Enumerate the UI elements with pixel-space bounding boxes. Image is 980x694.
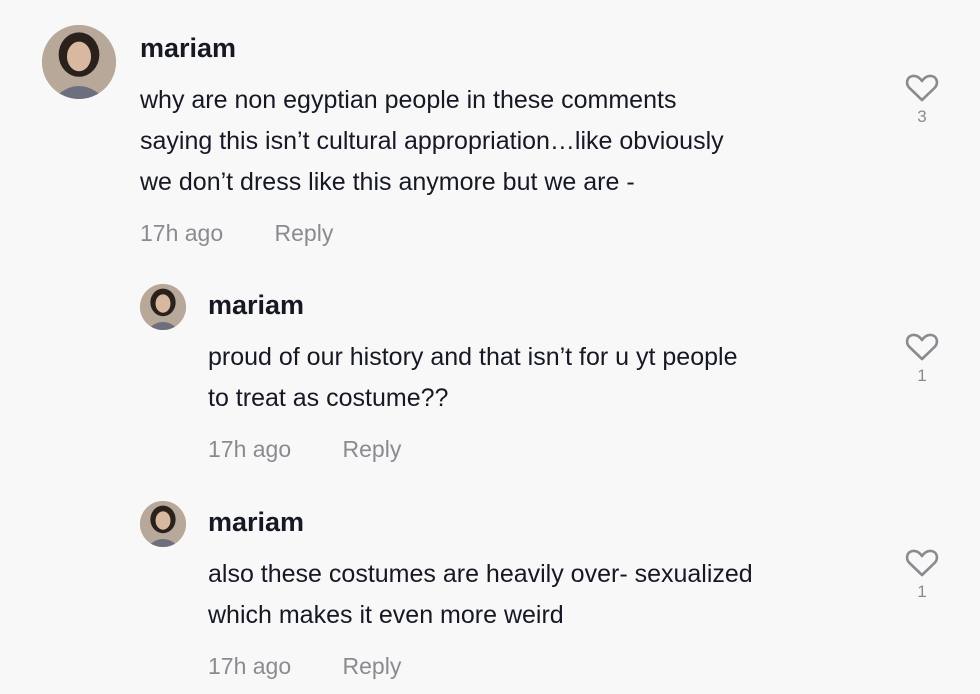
avatar-photo: [42, 25, 116, 99]
comment-timestamp: 17h ago: [140, 220, 224, 246]
comment-timestamp: 17h ago: [208, 653, 292, 679]
heart-outline-icon: [905, 549, 939, 577]
avatar[interactable]: [140, 284, 186, 330]
comment-text: also these costumes are heavily over- se…: [208, 554, 753, 636]
comment-username[interactable]: mariam: [208, 290, 304, 321]
reply-button[interactable]: Reply: [275, 220, 334, 247]
reply-button[interactable]: Reply: [343, 653, 402, 680]
comment-line: to treat as costume??: [208, 384, 449, 412]
comment-text: why are non egyptian people in these com…: [140, 80, 724, 203]
like-button[interactable]: 1: [902, 332, 942, 386]
avatar-photo: [140, 501, 186, 547]
reply-comment: mariam proud of our history and that isn…: [0, 270, 980, 470]
comment-line: why are non egyptian people in these com…: [140, 86, 677, 114]
comment-username[interactable]: mariam: [140, 33, 236, 64]
comment-username[interactable]: mariam: [208, 507, 304, 538]
heart-outline-icon: [905, 74, 939, 102]
avatar[interactable]: [42, 25, 116, 99]
like-count: 1: [917, 366, 927, 385]
avatar-photo: [140, 284, 186, 330]
comment-line: we don’t dress like this anymore but we …: [140, 168, 635, 196]
comment-line: saying this isn’t cultural appropriation…: [140, 127, 724, 155]
comment-line: also these costumes are heavily over- se…: [208, 560, 753, 588]
reply-button[interactable]: Reply: [343, 436, 402, 463]
comment-line: which makes it even more weird: [208, 601, 564, 629]
comment-meta: 17h ago Reply: [140, 220, 333, 247]
like-button[interactable]: 1: [902, 548, 942, 602]
comment-meta: 17h ago Reply: [208, 436, 401, 463]
reply-comment: mariam also these costumes are heavily o…: [0, 487, 980, 694]
comment-meta: 17h ago Reply: [208, 653, 401, 680]
like-button[interactable]: 3: [902, 73, 942, 127]
like-count: 3: [917, 107, 927, 126]
comment: mariam why are non egyptian people in th…: [0, 0, 980, 260]
heart-outline-icon: [905, 333, 939, 361]
like-count: 1: [917, 582, 927, 601]
comment-text: proud of our history and that isn’t for …: [208, 337, 737, 419]
avatar[interactable]: [140, 501, 186, 547]
comment-timestamp: 17h ago: [208, 436, 292, 462]
comment-line: proud of our history and that isn’t for …: [208, 343, 738, 371]
